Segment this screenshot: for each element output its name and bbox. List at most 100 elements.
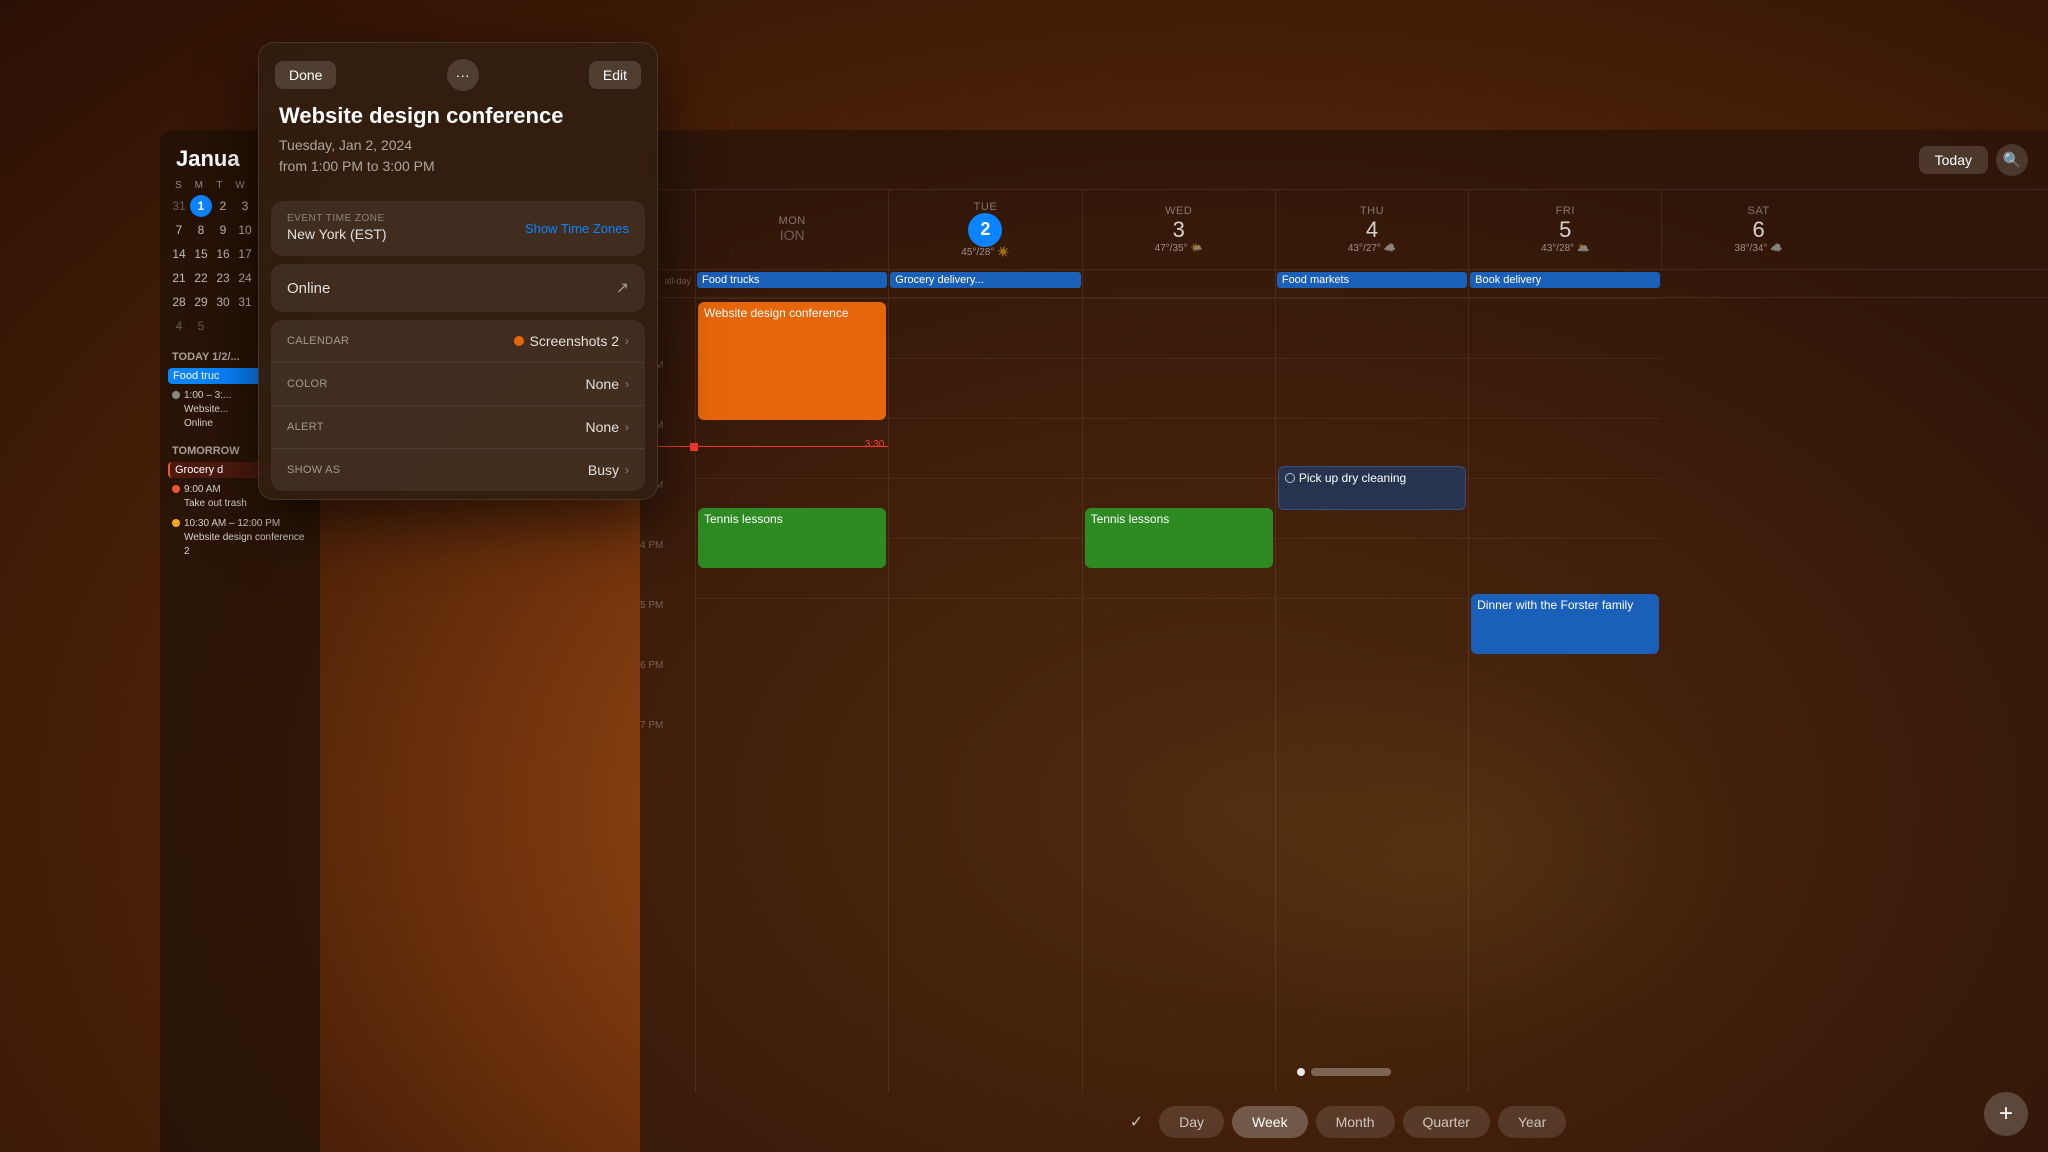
current-time-dot [690, 443, 698, 451]
event-pick-up-dry-cleaning[interactable]: Pick up dry cleaning [1278, 466, 1466, 510]
all-day-fri: Food markets [1275, 270, 1468, 297]
day-col-wed[interactable] [888, 298, 1081, 1092]
sidebar-day-1[interactable]: 1 [190, 195, 212, 217]
popup-show-time-zones-link[interactable]: Show Time Zones [525, 221, 629, 236]
sidebar-day-23[interactable]: 23 [212, 267, 234, 289]
hour-line [1469, 358, 1661, 359]
all-day-event-book-delivery[interactable]: Book delivery [1470, 272, 1660, 288]
tab-week[interactable]: Week [1232, 1106, 1308, 1138]
current-time-line: 3:30 [641, 446, 888, 447]
tab-month[interactable]: Month [1316, 1106, 1395, 1138]
calendar-color-dot [514, 336, 524, 346]
page-dots [1297, 1068, 1391, 1076]
day-header-tue: TUE 2 45°/28° ☀️ [888, 190, 1081, 269]
calendar-main: Today 🔍 MON ION TUE 2 45°/28° ☀️ WED 3 [640, 130, 2048, 1152]
week-grid: MON ION TUE 2 45°/28° ☀️ WED 3 47°/35° 🌤… [640, 190, 2048, 1092]
hour-line [1276, 598, 1468, 599]
hour-line [889, 598, 1081, 599]
popup-timezone-row: EVENT TIME ZONE New York (EST) Show Time… [271, 201, 645, 256]
all-day-event-food-trucks[interactable]: Food trucks [697, 272, 887, 288]
day-header-mon: MON ION [695, 190, 888, 269]
current-time-label: 3:30 [865, 439, 884, 450]
sidebar-day-21[interactable]: 21 [168, 267, 190, 289]
popup-calendar-label: Calendar [287, 335, 349, 347]
day-col-fri[interactable]: Pick up dry cleaning [1275, 298, 1468, 1092]
all-day-tue: Food trucks [695, 270, 888, 297]
check-button[interactable]: ✓ [1122, 1104, 1151, 1140]
search-button[interactable]: 🔍 [1996, 144, 2028, 176]
event-tennis-lessons-tue[interactable]: Tennis lessons [698, 508, 886, 568]
all-day-sat: Book delivery [1468, 270, 1661, 297]
day-col-tue[interactable]: Website design conference Tennis lessons… [695, 298, 888, 1092]
sidebar-day-14[interactable]: 14 [168, 243, 190, 265]
week-time-area[interactable]: 1 PM 2 PM 3 PM 4 PM 5 PM 6 PM 7 PM Websi… [640, 298, 2048, 1092]
hour-line [1276, 298, 1468, 299]
event-title-tennis-thu: Tennis lessons [1091, 512, 1267, 526]
hour-line [1469, 298, 1661, 299]
event-website-design-conf[interactable]: Website design conference [698, 302, 886, 420]
day-col-thu[interactable]: Tennis lessons [1082, 298, 1275, 1092]
hour-line [1469, 418, 1661, 419]
sidebar-day-17[interactable]: 17 [234, 243, 256, 265]
event-dinner-forster[interactable]: Dinner with the Forster family [1471, 594, 1659, 654]
popup-event-datetime: Tuesday, Jan 2, 2024 from 1:00 PM to 3:0… [259, 135, 657, 193]
sidebar-day-16[interactable]: 16 [212, 243, 234, 265]
day-header-sat: SAT 6 38°/34° ☁️ [1661, 190, 1854, 269]
hour-line [1469, 478, 1661, 479]
popup-calendar-row[interactable]: Calendar Screenshots 2 › [271, 320, 645, 363]
sidebar-day-2[interactable]: 2 [212, 195, 234, 217]
popup-edit-button[interactable]: Edit [589, 61, 641, 89]
sidebar-day-31[interactable]: 31 [168, 195, 190, 217]
popup-color-row[interactable]: Color None › [271, 363, 645, 406]
sidebar-day-8[interactable]: 8 [190, 219, 212, 241]
today-number: 2 [968, 213, 1002, 247]
all-day-row: all-day Food trucks Grocery delivery... … [640, 270, 2048, 298]
event-tennis-lessons-thu[interactable]: Tennis lessons [1085, 508, 1273, 568]
sidebar-day-30[interactable]: 30 [212, 291, 234, 313]
hour-line [1083, 598, 1275, 599]
sidebar-tomorrow-event-3[interactable]: 10:30 AM – 12:00 PMWebsite design confer… [168, 515, 312, 561]
sidebar-day-5b[interactable]: 5 [190, 315, 212, 337]
event-detail-popup: Done ··· Edit Website design conference … [258, 42, 658, 500]
hour-line [889, 478, 1081, 479]
all-day-event-grocery[interactable]: Grocery delivery... [890, 272, 1080, 288]
popup-location-text: Online [287, 280, 330, 297]
sidebar-day-29[interactable]: 29 [190, 291, 212, 313]
popup-alert-row[interactable]: Alert None › [271, 406, 645, 449]
sidebar-day-10[interactable]: 10 [234, 219, 256, 241]
calendar-header: Today 🔍 [640, 130, 2048, 190]
popup-alert-label: Alert [287, 421, 324, 433]
all-day-event-food-markets[interactable]: Food markets [1277, 272, 1467, 288]
external-link-icon: ↗ [616, 278, 629, 298]
tab-quarter[interactable]: Quarter [1403, 1106, 1490, 1138]
day-col-sat[interactable]: Dinner with the Forster family [1468, 298, 1661, 1092]
sidebar-day-31b[interactable]: 31 [234, 291, 256, 313]
tab-day[interactable]: Day [1159, 1106, 1224, 1138]
popup-show-as-row[interactable]: Show As Busy › [271, 449, 645, 491]
chevron-icon-alert: › [625, 420, 629, 434]
sidebar-day-3[interactable]: 3 [234, 195, 256, 217]
sidebar-day-28[interactable]: 28 [168, 291, 190, 313]
sidebar-day-24[interactable]: 24 [234, 267, 256, 289]
sat-weather: 38°/34° ☁️ [1734, 243, 1782, 254]
popup-done-button[interactable]: Done [275, 61, 336, 89]
sidebar-day-7[interactable]: 7 [168, 219, 190, 241]
today-button[interactable]: Today [1919, 146, 1988, 174]
add-event-button[interactable]: + [1984, 1092, 2028, 1136]
hour-line [696, 298, 888, 299]
wed-weather: 47°/35° 🌤️ [1155, 243, 1203, 254]
sidebar-day-9[interactable]: 9 [212, 219, 234, 241]
hour-line [889, 418, 1081, 419]
sidebar-day-22[interactable]: 22 [190, 267, 212, 289]
all-day-wed: Grocery delivery... [888, 270, 1081, 297]
sidebar-day-15[interactable]: 15 [190, 243, 212, 265]
more-icon: ··· [456, 67, 470, 83]
popup-location-row[interactable]: Online ↗ [271, 264, 645, 312]
popup-more-button[interactable]: ··· [447, 59, 479, 91]
hour-line [1083, 418, 1275, 419]
chevron-icon-color: › [625, 377, 629, 391]
day-header-thu: THU 4 43°/27° ☁️ [1275, 190, 1468, 269]
sidebar-day-4b[interactable]: 4 [168, 315, 190, 337]
tab-year[interactable]: Year [1498, 1106, 1566, 1138]
hour-line [696, 598, 888, 599]
